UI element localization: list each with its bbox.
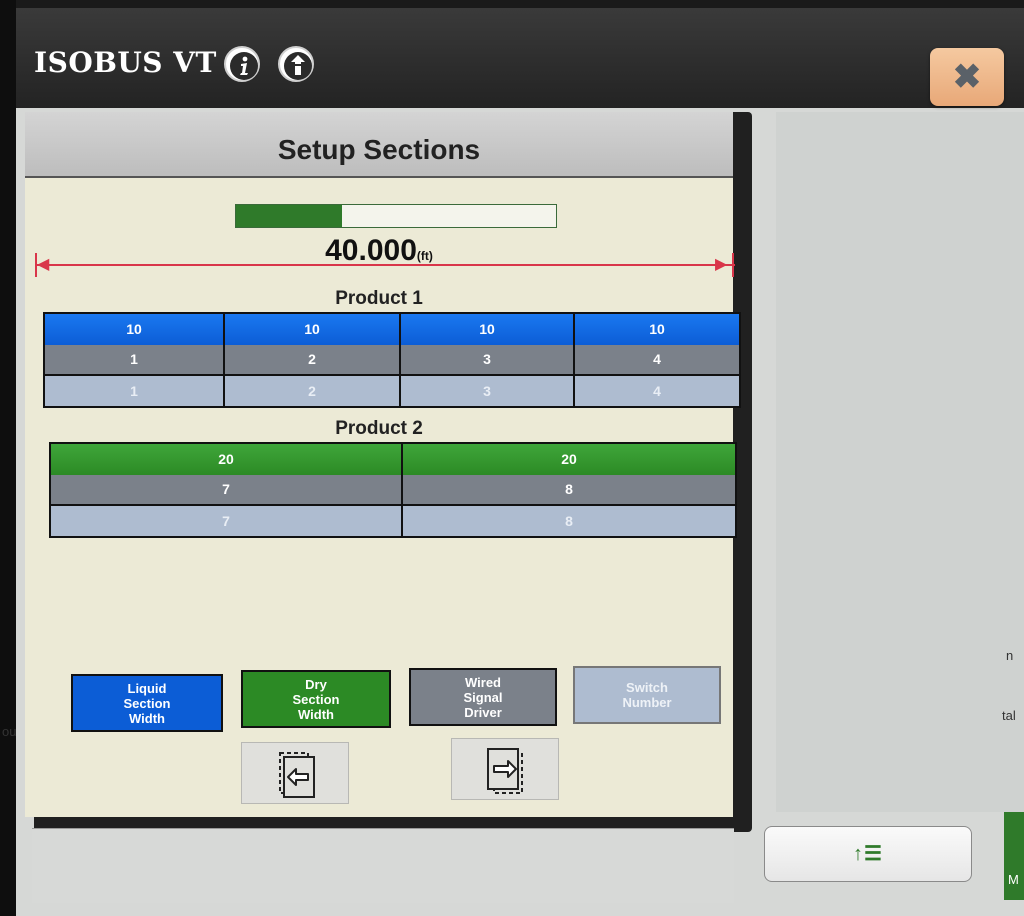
product-2-driver-row: 7 8 <box>51 475 735 506</box>
product-1-width-cell[interactable]: 10 <box>401 314 575 345</box>
width-value: 40.000 <box>325 234 417 267</box>
product-1-width-cell[interactable]: 10 <box>225 314 401 345</box>
product-2-switch-cell[interactable]: 8 <box>403 506 735 536</box>
product-2-grid: 20 20 7 8 7 8 <box>49 442 737 538</box>
edge-text-right-1: n <box>1006 648 1014 663</box>
move-right-button[interactable] <box>451 738 559 800</box>
title-bar: ISOBUS VT ✖ <box>16 8 1024 108</box>
product-2-driver-cell[interactable]: 8 <box>403 475 735 506</box>
product-2-switch-cell[interactable]: 7 <box>51 506 403 536</box>
legend-line: Dry <box>305 676 327 692</box>
product-2-switch-row: 7 8 <box>51 506 735 536</box>
product-1-driver-row: 1 2 3 4 <box>45 345 739 376</box>
product-1-driver-cell[interactable]: 4 <box>575 345 739 376</box>
edge-text-bottom: M <box>1008 872 1019 887</box>
legend-liquid-section-width: Liquid Section Width <box>71 674 223 732</box>
edge-text-right-2: tal <box>1002 708 1016 723</box>
data-mask: Setup Sections ◀ ▶ 40.000(ft) Product 1 … <box>25 112 741 817</box>
move-right-icon <box>487 748 523 794</box>
width-unit: (ft) <box>416 249 433 263</box>
bottom-bar <box>32 828 734 903</box>
product-1-switch-row: 1 2 3 4 <box>45 376 739 406</box>
move-left-button[interactable] <box>241 742 349 804</box>
legend-line: Section <box>123 695 171 711</box>
legend-line: Switch <box>626 680 668 695</box>
product-1-driver-cell[interactable]: 2 <box>225 345 401 376</box>
progress-fill <box>236 205 342 227</box>
legend-line: Number <box>622 695 672 710</box>
move-left-icon <box>279 752 315 798</box>
page-toggle-icon: ↑☰ <box>853 843 883 865</box>
page-toggle-button[interactable]: ↑☰ <box>764 826 972 882</box>
product-1-switch-cell[interactable]: 3 <box>401 376 575 406</box>
softkey-area <box>776 112 1024 812</box>
product-1-label: Product 1 <box>335 288 423 309</box>
product-2-width-cell[interactable]: 20 <box>403 444 735 475</box>
device-bezel <box>0 0 16 916</box>
legend-wired-signal-driver: Wired Signal Driver <box>409 668 557 726</box>
product-2-label: Product 2 <box>335 418 423 439</box>
product-2-width-cell[interactable]: 20 <box>51 444 403 475</box>
legend-line: Liquid <box>127 680 167 696</box>
product-1-switch-cell[interactable]: 2 <box>225 376 401 406</box>
product-1-switch-cell[interactable]: 1 <box>45 376 225 406</box>
legend-line: Section <box>292 691 340 707</box>
legend-switch-number: Switch Number <box>573 666 721 724</box>
page-title: Setup Sections <box>277 134 481 165</box>
close-icon: ✖ <box>952 58 982 96</box>
legend-line: Signal <box>463 689 503 705</box>
product-1-width-cell[interactable]: 10 <box>45 314 225 345</box>
product-2-width-row: 20 20 <box>51 444 735 475</box>
info-icon[interactable] <box>224 46 260 82</box>
product-1-switch-cell[interactable]: 4 <box>575 376 739 406</box>
implement-width: 40.000(ft) <box>25 234 733 268</box>
product-1-grid: 10 10 10 10 1 2 3 4 1 2 3 4 <box>43 312 741 408</box>
legend-line: Width <box>298 706 334 722</box>
product-2-driver-cell[interactable]: 7 <box>51 475 403 506</box>
product-1-width-row: 10 10 10 10 <box>45 314 739 345</box>
legend-line: Wired <box>465 674 501 690</box>
app-title: ISOBUS VT <box>34 46 217 79</box>
page-header: Setup Sections <box>25 112 733 178</box>
product-1-driver-cell[interactable]: 3 <box>401 345 575 376</box>
progress-bar <box>235 204 557 228</box>
product-1-width-cell[interactable]: 10 <box>575 314 739 345</box>
upload-info-icon[interactable] <box>278 46 314 82</box>
close-button[interactable]: ✖ <box>930 48 1004 106</box>
legend-line: Width <box>129 710 165 726</box>
legend-dry-section-width: Dry Section Width <box>241 670 391 728</box>
product-1-driver-cell[interactable]: 1 <box>45 345 225 376</box>
legend-line: Driver <box>464 704 502 720</box>
edge-text-left: ou <box>2 724 17 739</box>
